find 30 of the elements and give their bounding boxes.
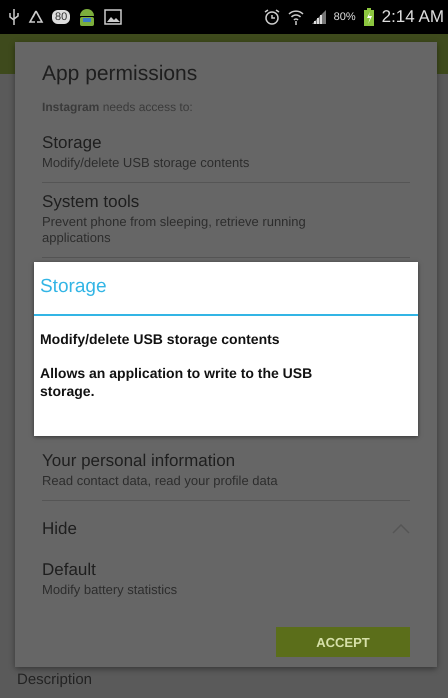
permission-group[interactable]: Storage Modify/delete USB storage contents <box>42 124 410 183</box>
wifi-icon <box>288 9 304 25</box>
popup-description: Allows an application to write to the USB storage. <box>39 364 314 400</box>
alarm-icon <box>264 9 280 25</box>
hide-toggle[interactable]: Hide <box>42 501 410 551</box>
permission-detail: Read contact data, read your profile data <box>42 473 279 489</box>
permission-name: System tools <box>42 192 140 212</box>
toggle-label: Hide <box>42 519 77 539</box>
permission-group[interactable]: Default Modify battery statistics <box>42 551 410 609</box>
popup-title: Storage <box>39 276 108 299</box>
permission-name: Storage <box>42 133 103 153</box>
image-icon <box>104 9 122 25</box>
popup-permission: Modify/delete USB storage contents <box>39 330 281 348</box>
section-heading: Description <box>16 670 94 688</box>
accept-button[interactable]: ACCEPT <box>276 627 410 657</box>
permission-detail: Prevent phone from sleeping, retrieve running applications <box>42 214 307 246</box>
permission-group[interactable]: System tools Prevent phone from sleeping, retrieve running applications <box>42 183 410 258</box>
signal-icon <box>312 10 326 24</box>
permission-detail: Modify/delete USB storage contents <box>42 155 250 171</box>
dialog-title: App permissions <box>42 62 198 86</box>
android-icon <box>78 7 96 27</box>
notification-badge: 80 <box>52 10 70 24</box>
clock-time: 2:14 AM <box>382 7 444 27</box>
permission-name: Your personal information <box>42 451 236 471</box>
permission-detail: Modify battery statistics <box>42 582 178 598</box>
usb-icon <box>8 9 20 25</box>
battery-percent: 80% <box>334 11 356 23</box>
permission-name: Default <box>42 560 97 580</box>
battery-icon <box>364 8 374 26</box>
permission-group[interactable]: Your personal information Read contact data, read your profile data <box>42 442 410 501</box>
